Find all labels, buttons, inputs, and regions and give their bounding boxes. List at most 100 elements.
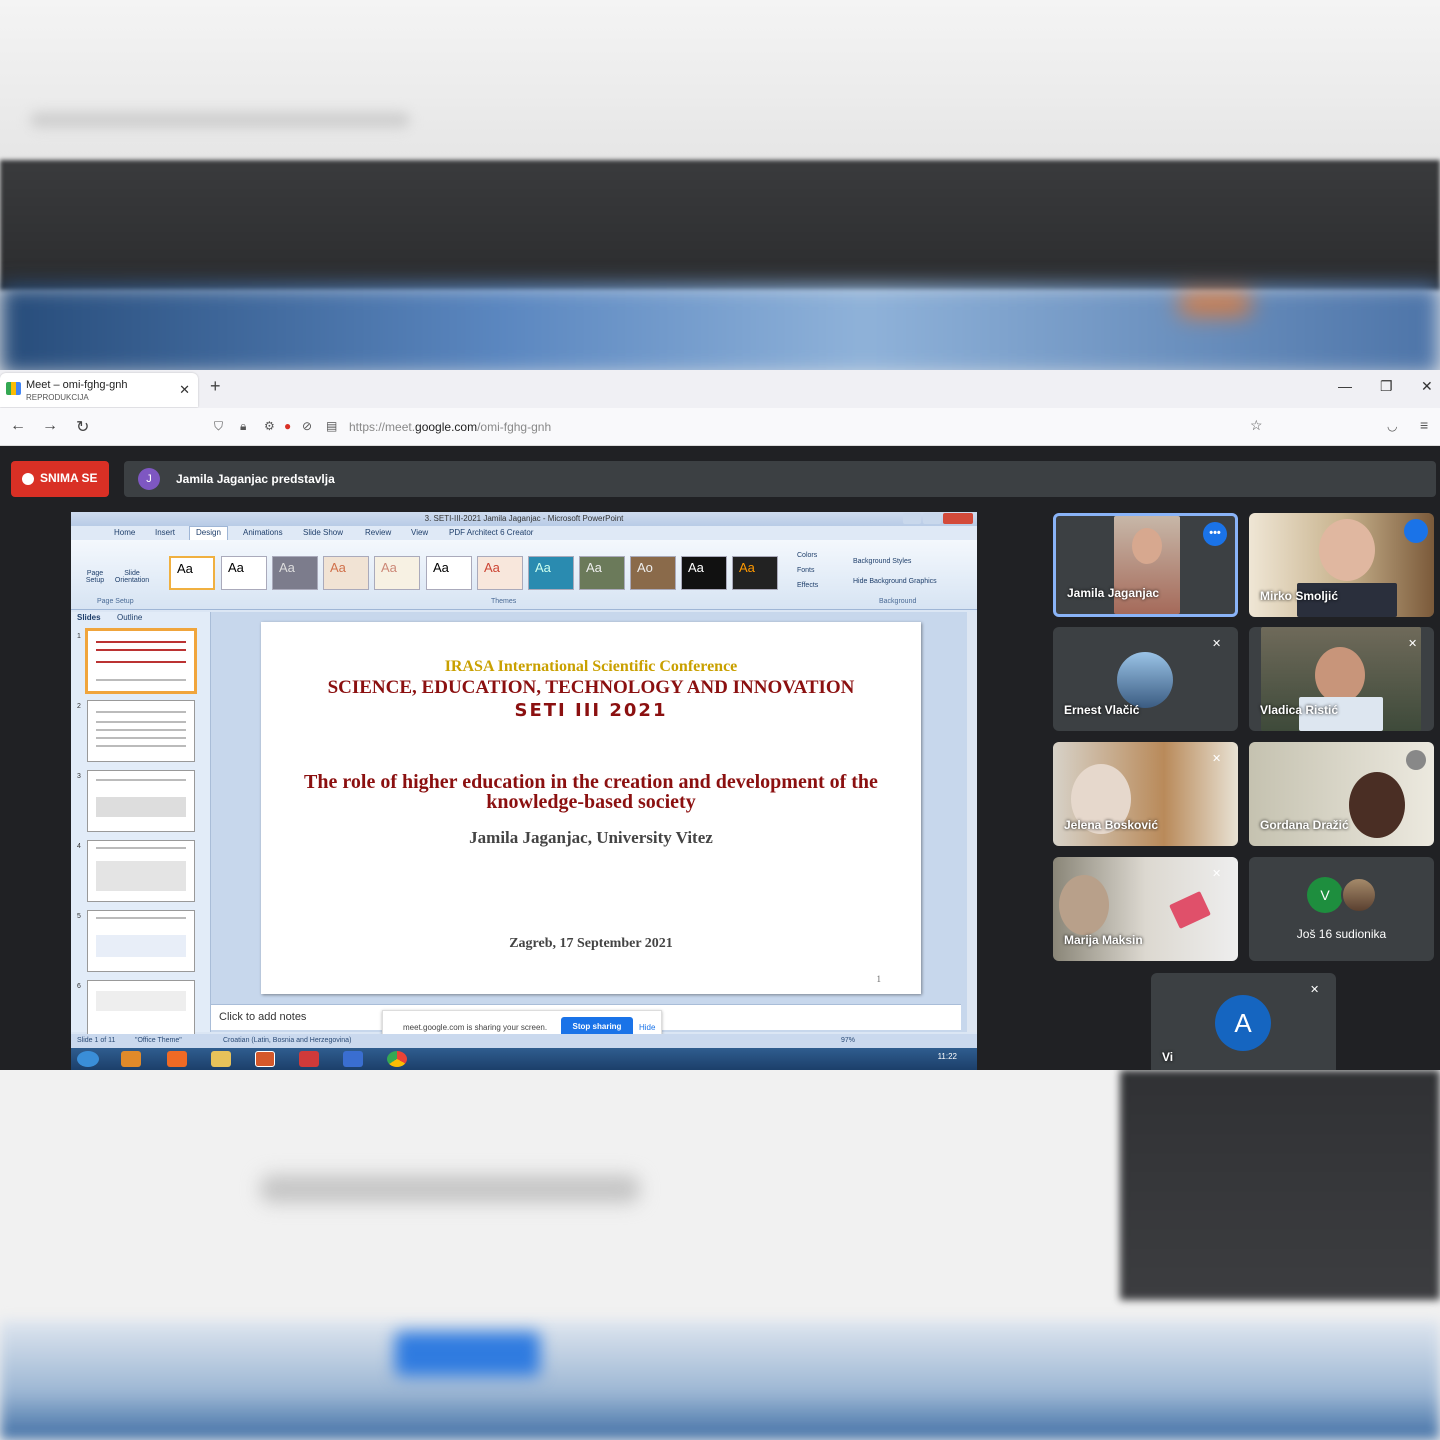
tab-strip: Meet – omi-fghg-gnh REPRODUKCIJA ✕ + — ❐… — [0, 370, 1440, 408]
address-bar[interactable]: https://meet.google.com/omi-fghg-gnh — [349, 420, 551, 434]
more-participants-label: Još 16 sudionika — [1296, 927, 1387, 941]
colors-button[interactable]: Colors — [797, 552, 817, 559]
reload-icon[interactable]: ↻ — [76, 417, 89, 437]
fonts-button[interactable]: Fonts — [797, 567, 815, 574]
microphone-icon[interactable]: ● — [284, 419, 291, 433]
explorer-icon[interactable] — [211, 1051, 231, 1067]
participant-tile-gordana[interactable]: Gordana Dražić — [1249, 742, 1434, 846]
participant-face — [1132, 528, 1162, 564]
start-button-icon[interactable] — [77, 1051, 99, 1067]
share-message: meet.google.com is sharing your screen. — [403, 1023, 548, 1032]
theme-11[interactable]: Aa — [681, 556, 727, 590]
ppt-close-icon[interactable] — [943, 513, 973, 524]
close-tab-icon[interactable]: ✕ — [179, 382, 190, 398]
theme-6[interactable]: Aa — [426, 556, 472, 590]
status-slide-count: Slide 1 of 11 — [77, 1037, 116, 1044]
ppt-tab-home[interactable]: Home — [114, 528, 135, 537]
theme-5[interactable]: Aa — [374, 556, 420, 590]
restore-icon[interactable]: ❐ — [1380, 378, 1393, 395]
shield-icon[interactable]: ⛉ — [214, 419, 223, 434]
page-setup-button[interactable]: Page Setup — [81, 570, 109, 584]
close-window-icon[interactable]: ✕ — [1421, 378, 1433, 395]
microphone-off-icon — [1406, 750, 1426, 770]
theme-4[interactable]: Aa — [323, 556, 369, 590]
more-options-icon[interactable]: ••• — [1203, 522, 1227, 546]
ppt-restore-icon[interactable] — [923, 513, 941, 524]
background-styles-button[interactable]: Background Styles — [853, 558, 911, 565]
theme-3[interactable]: Aa — [272, 556, 318, 590]
pocket-icon[interactable]: ◡ — [1387, 419, 1397, 433]
hide-share-bar-button[interactable]: Hide — [639, 1023, 655, 1032]
ppt-ribbon-tabs: Home Insert Design Animations Slide Show… — [71, 526, 977, 540]
theme-12[interactable]: Aa — [732, 556, 778, 590]
blurred-backdrop-blue — [0, 285, 1440, 375]
presenter-bar: J Jamila Jaganjac predstavlja — [124, 461, 1436, 497]
new-tab-icon[interactable]: + — [210, 376, 221, 397]
minimize-icon[interactable]: — — [1338, 378, 1352, 394]
forward-icon[interactable]: → — [42, 417, 58, 435]
slide-thumbnail-2[interactable]: 2 — [77, 700, 195, 762]
participant-name: Gordana Dražić — [1260, 818, 1349, 832]
ppt-tab-slideshow[interactable]: Slide Show — [303, 528, 343, 537]
participant-tile-jamila[interactable]: ••• Jamila Jaganjac — [1053, 513, 1238, 617]
chrome-icon[interactable] — [387, 1051, 407, 1067]
slide-thumbnail-5[interactable]: 5 — [77, 910, 195, 972]
participant-tile-marija[interactable]: ✕ Marija Maksin — [1053, 857, 1238, 961]
microphone-off-icon: ✕ — [1310, 984, 1320, 996]
slide-thumbnail-1[interactable]: 1 — [77, 628, 197, 694]
slide-thumbnail-6[interactable]: 6 — [77, 980, 195, 1042]
theme-8[interactable]: Aa — [528, 556, 574, 590]
participant-name: Vi — [1162, 1050, 1174, 1064]
camera-blocked-icon[interactable]: ⊘ — [302, 419, 312, 433]
ppt-tab-view[interactable]: View — [411, 528, 428, 537]
participant-tile-mirko[interactable]: Mirko Smoljić — [1249, 513, 1434, 617]
status-zoom[interactable]: 97% — [841, 1037, 855, 1044]
editor-scrollbar[interactable] — [967, 612, 977, 1032]
self-tile[interactable]: A ✕ Vi — [1151, 973, 1336, 1070]
theme-9[interactable]: Aa — [579, 556, 625, 590]
presenter-avatar: J — [138, 468, 160, 490]
effects-button[interactable]: Effects — [797, 582, 818, 589]
bookmark-star-icon[interactable]: ☆ — [1250, 417, 1263, 434]
reader-icon[interactable]: ▤ — [326, 419, 337, 433]
browser-icon[interactable] — [299, 1051, 319, 1067]
slide-thumbnail-4[interactable]: 4 — [77, 840, 195, 902]
more-participants-tile[interactable]: V Još 16 sudionika — [1249, 857, 1434, 961]
powerpoint-icon[interactable] — [255, 1051, 275, 1067]
background-group-label: Background — [879, 598, 917, 605]
participant-name: Ernest Vlačić — [1064, 703, 1140, 717]
theme-7[interactable]: Aa — [477, 556, 523, 590]
theme-office[interactable]: Aa — [169, 556, 215, 590]
lock-icon[interactable]: 🔒︎ — [240, 419, 246, 434]
ppt-tab-insert[interactable]: Insert — [155, 528, 175, 537]
slides-tab[interactable]: Slides — [77, 613, 101, 622]
ppt-minimize-icon[interactable] — [903, 513, 921, 524]
back-icon[interactable]: ← — [10, 417, 26, 435]
word-icon[interactable] — [343, 1051, 363, 1067]
media-player-icon[interactable] — [121, 1051, 141, 1067]
menu-icon[interactable]: ≡ — [1420, 417, 1428, 433]
theme-2[interactable]: Aa — [221, 556, 267, 590]
participant-tile-ernest[interactable]: ✕ Ernest Vlačić — [1053, 627, 1238, 731]
slide-orientation-button[interactable]: Slide Orientation — [107, 570, 157, 584]
ppt-tab-design[interactable]: Design — [189, 526, 228, 540]
current-slide[interactable]: IRASA International Scientific Conferenc… — [261, 622, 921, 994]
windows-taskbar: 11:22 — [71, 1048, 977, 1070]
ppt-tab-review[interactable]: Review — [365, 528, 391, 537]
participant-name: Mirko Smoljić — [1260, 589, 1339, 603]
ppt-tab-animations[interactable]: Animations — [243, 528, 283, 537]
ppt-tab-pdf[interactable]: PDF Architect 6 Creator — [449, 528, 533, 537]
outline-tab[interactable]: Outline — [117, 613, 142, 622]
theme-10[interactable]: Ao — [630, 556, 676, 590]
page-setup-group-label: Page Setup — [97, 598, 134, 605]
browser-tab-meet[interactable]: Meet – omi-fghg-gnh REPRODUKCIJA ✕ — [0, 373, 198, 407]
participant-tile-jelena[interactable]: ✕ Jelena Bosković — [1053, 742, 1238, 846]
blurred-backdrop-top — [0, 0, 1440, 160]
ppt-status-bar: Slide 1 of 11 "Office Theme" Croatian (L… — [71, 1034, 977, 1048]
participant-tile-vladica[interactable]: ✕ Vladica Ristić — [1249, 627, 1434, 731]
meet-favicon-icon — [6, 382, 21, 395]
firefox-icon[interactable] — [167, 1051, 187, 1067]
slide-thumbnail-3[interactable]: 3 — [77, 770, 195, 832]
permissions-icon[interactable]: ⚙ — [264, 419, 275, 433]
hide-background-checkbox[interactable]: Hide Background Graphics — [853, 578, 937, 585]
